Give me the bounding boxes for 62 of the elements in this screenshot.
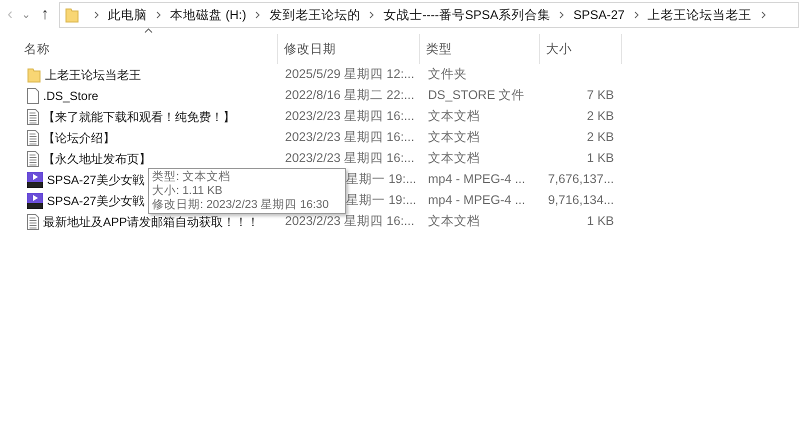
date-modified: 2023/2/23 星期四 16:... <box>285 214 414 228</box>
file-type: 文本文档 <box>428 130 480 144</box>
chevron-icon <box>94 11 99 19</box>
file-size: 1 KB <box>586 214 614 228</box>
file-name[interactable]: SPSA-27美少女戦 <box>47 170 144 188</box>
tooltip-line: 大小: 1.11 KB <box>152 184 224 198</box>
video-file-icon <box>27 172 43 188</box>
file-type: 文本文档 <box>428 109 480 124</box>
file-name[interactable]: 最新地址及APP请发邮箱自动获取！！！ <box>43 212 260 230</box>
breadcrumb[interactable]: 上老王论坛当老王 <box>648 6 752 24</box>
file-name[interactable]: 【来了就能下载和观看！纯免费！】 <box>43 108 235 126</box>
date-modified: 2022/8/16 星期二 22:... <box>285 88 414 102</box>
file-size: 2 KB <box>586 130 614 144</box>
file-size: 9,716,134... <box>548 193 614 208</box>
folder-icon <box>65 7 79 23</box>
column-header[interactable]: 类型 <box>420 34 540 64</box>
file-type: 文件夹 <box>428 67 467 82</box>
folder-icon <box>27 66 41 82</box>
date-modified: 星期一 19:... <box>346 193 416 208</box>
recent-locations-button[interactable]: ⌄ <box>19 6 33 24</box>
file-size: 7,676,137... <box>548 172 614 186</box>
text-file-icon <box>27 130 39 146</box>
chevron-icon <box>760 11 766 19</box>
chevron-icon <box>369 11 374 19</box>
file-type: DS_STORE 文件 <box>428 88 525 102</box>
file-name[interactable]: SPSA-27美少女戦 <box>47 192 144 210</box>
file-size: 2 KB <box>586 109 614 124</box>
column-header[interactable]: 修改日期 <box>278 34 420 64</box>
breadcrumb[interactable]: 发到老王论坛的 <box>269 6 360 24</box>
chevron-icon <box>559 11 564 19</box>
file-type: mp4 - MPEG-4 ... <box>428 193 526 208</box>
date-modified: 2023/2/23 星期四 16:... <box>285 109 414 124</box>
date-modified: 星期一 19:... <box>346 172 416 186</box>
chevron-icon <box>156 11 161 19</box>
file-type: mp4 - MPEG-4 ... <box>428 172 526 186</box>
file-name[interactable]: 上老王论坛当老王 <box>45 66 141 84</box>
chevron-icon <box>255 11 260 19</box>
text-file-icon <box>27 214 39 230</box>
breadcrumb[interactable]: SPSA-27 <box>573 6 625 24</box>
file-name[interactable]: 【永久地址发布页】 <box>43 150 151 168</box>
tooltip-line: 类型: 文本文档 <box>152 170 232 184</box>
text-file-icon <box>27 108 39 124</box>
file-type: 文本文档 <box>428 151 480 166</box>
tooltip-line: 修改日期: 2023/2/23 星期四 16:30 <box>152 198 330 212</box>
column-header[interactable]: 名称 <box>18 34 278 64</box>
breadcrumb[interactable]: 本地磁盘 (H:) <box>170 6 246 24</box>
breadcrumb[interactable]: 女战士----番号SPSA系列合集 <box>383 6 550 24</box>
file-name[interactable]: .DS_Store <box>43 86 98 104</box>
text-file-icon <box>27 150 39 166</box>
video-file-icon <box>27 192 43 208</box>
file-size: 1 KB <box>586 151 614 166</box>
breadcrumb[interactable]: 此电脑 <box>108 6 147 24</box>
date-modified: 2025/5/29 星期四 12:... <box>285 67 414 82</box>
chevron-icon <box>634 11 639 19</box>
column-header[interactable]: 大小 <box>540 34 622 64</box>
file-size: 7 KB <box>586 88 614 102</box>
up-button[interactable]: ↑ <box>37 3 53 27</box>
date-modified: 2023/2/23 星期四 16:... <box>285 130 414 144</box>
file-type: 文本文档 <box>428 214 480 228</box>
date-modified: 2023/2/23 星期四 16:... <box>285 151 414 166</box>
file-icon <box>27 88 39 104</box>
file-name[interactable]: 【论坛介绍】 <box>43 128 115 146</box>
